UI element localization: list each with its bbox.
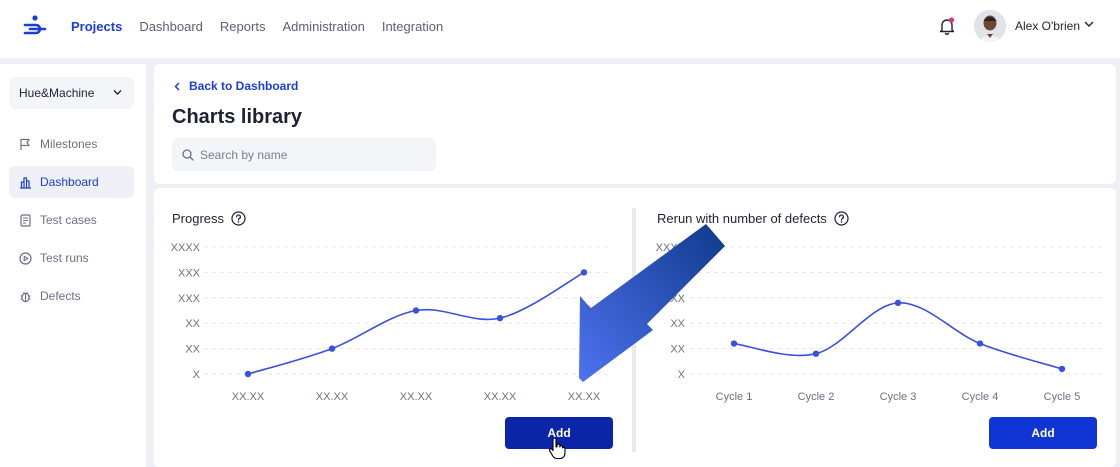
series-line [733, 302, 1063, 370]
y-tick-label: XX [670, 318, 685, 330]
x-tick-label: Cycle 3 [880, 391, 917, 403]
x-tick-label: Cycle 1 [716, 391, 753, 403]
data-point[interactable] [730, 340, 738, 347]
back-to-dashboard-link[interactable]: Back to Dashboard [174, 79, 298, 93]
x-tick-label: Cycle 2 [798, 391, 835, 403]
sidebar-item-label: Test runs [40, 251, 89, 265]
user-avatar[interactable] [974, 10, 1006, 42]
play-circle-icon [19, 251, 32, 265]
main-nav: Projects Dashboard Reports Administratio… [71, 0, 443, 52]
chevron-down-icon [113, 90, 122, 95]
bar-chart-icon [20, 176, 31, 189]
app-logo-icon[interactable] [22, 15, 48, 37]
sidebar-item-label: Milestones [40, 137, 98, 151]
nav-reports[interactable]: Reports [220, 19, 266, 34]
search-icon [182, 149, 194, 161]
chevron-left-icon [174, 81, 180, 91]
sidebar-item-defects[interactable]: Defects [9, 280, 134, 312]
y-tick-label: XXX [663, 267, 686, 279]
add-rerun-chart-button[interactable]: Add [989, 417, 1097, 449]
y-tick-label: XXX [663, 293, 686, 305]
bug-icon [20, 291, 31, 302]
nav-projects[interactable]: Projects [71, 19, 122, 34]
y-tick-label: XX [670, 344, 685, 356]
notification-bell-icon[interactable] [938, 16, 956, 36]
project-selector[interactable]: Hue&Machine [9, 77, 134, 109]
document-icon [20, 213, 31, 227]
sidebar: Hue&Machine Milestones Dashboard Test ca… [0, 64, 146, 467]
y-tick-label: X [678, 369, 686, 381]
search-input[interactable] [200, 138, 430, 171]
sidebar-item-label: Dashboard [40, 175, 99, 189]
sidebar-item-test-cases[interactable]: Test cases [9, 204, 134, 236]
hand-cursor-icon [549, 438, 566, 460]
x-tick-label: Cycle 5 [1044, 391, 1081, 403]
nav-integration[interactable]: Integration [382, 19, 443, 34]
rerun-defects-line-chart: XXXXXXXXXXXXXXXCycle 1 Cycle 2 Cycle 3 Cycl… [656, 242, 1104, 403]
data-point[interactable] [1058, 365, 1066, 373]
chevron-down-icon[interactable] [1084, 20, 1094, 28]
search-box [172, 138, 436, 171]
flag-icon [20, 138, 30, 150]
data-point[interactable] [894, 299, 902, 307]
avatar-image [974, 10, 1006, 42]
nav-dashboard[interactable]: Dashboard [139, 19, 203, 34]
sidebar-item-milestones[interactable]: Milestones [9, 128, 134, 160]
data-point[interactable] [812, 350, 820, 357]
charts-card: Progress Rerun with number of defects XX… [154, 188, 1116, 467]
sidebar-item-test-runs[interactable]: Test runs [9, 242, 134, 274]
page-title: Charts library [172, 106, 303, 128]
top-navigation-bar: Projects Dashboard Reports Administratio… [0, 0, 1120, 58]
project-name: Hue&Machine [19, 86, 95, 100]
nav-administration[interactable]: Administration [282, 19, 364, 34]
y-tick-label: XXXX [656, 242, 686, 254]
sidebar-item-label: Test cases [40, 213, 97, 227]
sidebar-item-dashboard[interactable]: Dashboard [9, 166, 134, 198]
page-header-card: Back to Dashboard Charts library [154, 64, 1116, 184]
x-tick-label: Cycle 4 [962, 391, 999, 403]
back-link-label: Back to Dashboard [189, 79, 299, 93]
data-point[interactable] [976, 340, 984, 347]
user-name[interactable]: Alex O'brien [1015, 19, 1080, 33]
sidebar-item-label: Defects [40, 289, 81, 303]
